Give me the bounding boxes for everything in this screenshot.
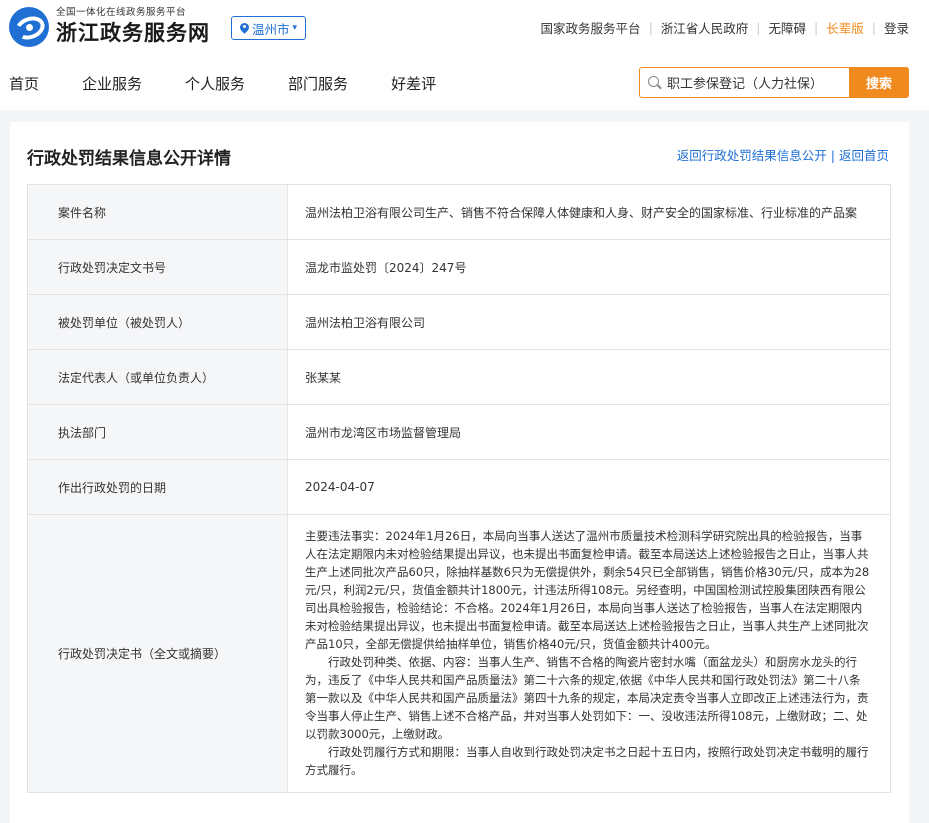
link-provincial-gov[interactable]: 浙江省人民政府	[661, 18, 749, 37]
link-back-list[interactable]: 返回行政处罚结果信息公开	[677, 148, 827, 163]
city-selector[interactable]: 温州市 ▾	[231, 16, 307, 40]
logo-title: 浙江政务服务网	[56, 20, 210, 45]
logo-subtitle: 全国一体化在线政务服务平台	[56, 7, 187, 18]
link-login[interactable]: 登录	[884, 18, 909, 37]
table-row: 执法部门 温州市龙湾区市场监督管理局	[27, 404, 891, 460]
row-value: 温州市龙湾区市场监督管理局	[287, 404, 891, 460]
row-value: 温州法柏卫浴有限公司生产、销售不符合保障人体健康和人身、财产安全的国家标准、行业…	[287, 184, 891, 240]
detail-table: 案件名称 温州法柏卫浴有限公司生产、销售不符合保障人体健康和人身、财产安全的国家…	[27, 184, 891, 793]
decision-paragraph: 行政处罚履行方式和期限：当事人自收到行政处罚决定书之日起十五日内，按照行政处罚决…	[305, 745, 869, 777]
site-logo[interactable]: 全国一体化在线政务服务平台 浙江政务服务网	[9, 7, 210, 47]
link-back-home[interactable]: 返回首页	[839, 148, 889, 163]
row-label: 行政处罚决定书（全文或摘要）	[27, 514, 288, 793]
row-label: 被处罚单位（被处罚人）	[27, 294, 288, 350]
nav-review[interactable]: 好差评	[391, 73, 436, 94]
top-links: 国家政务服务平台 | 浙江省人民政府 | 无障碍 | 长辈版 | 登录	[540, 18, 909, 37]
detail-panel: 行政处罚结果信息公开详情 返回行政处罚结果信息公开 | 返回首页 案件名称 温州法柏…	[10, 122, 909, 823]
page-title: 行政处罚结果信息公开详情	[27, 149, 231, 169]
decision-text: 主要违法事实：2024年1月26日，本局向当事人送达了温州市质量技术检测科学研究…	[287, 514, 891, 793]
table-row: 案件名称 温州法柏卫浴有限公司生产、销售不符合保障人体健康和人身、财产安全的国家…	[27, 184, 891, 240]
city-label: 温州市	[252, 21, 290, 37]
decision-paragraph: 主要违法事实：2024年1月26日，本局向当事人送达了温州市质量技术检测科学研究…	[305, 529, 870, 651]
row-value: 张某某	[287, 349, 891, 405]
search-value: 职工参保登记（人力社保）	[667, 77, 824, 92]
row-label: 法定代表人（或单位负责人）	[27, 349, 288, 405]
table-row: 作出行政处罚的日期 2024-04-07	[27, 459, 891, 515]
logo-icon	[9, 7, 49, 47]
row-label: 执法部门	[27, 404, 288, 460]
row-label: 行政处罚决定文书号	[27, 239, 288, 295]
breadcrumb: 返回行政处罚结果信息公开 | 返回首页	[676, 148, 889, 163]
table-row: 行政处罚决定书（全文或摘要） 主要违法事实：2024年1月26日，本局向当事人送…	[27, 514, 891, 793]
search-input[interactable]: 职工参保登记（人力社保）	[639, 67, 849, 98]
row-value: 温龙市监处罚〔2024〕247号	[287, 239, 891, 295]
table-row: 法定代表人（或单位负责人） 张某某	[27, 349, 891, 405]
top-bar: 全国一体化在线政务服务平台 浙江政务服务网 温州市 ▾ 国家政务服务平台 | 浙…	[0, 0, 929, 58]
nav-department[interactable]: 部门服务	[288, 73, 348, 94]
search-bar: 职工参保登记（人力社保） 搜索	[639, 67, 909, 98]
row-label: 作出行政处罚的日期	[27, 459, 288, 515]
table-row: 被处罚单位（被处罚人） 温州法柏卫浴有限公司	[27, 294, 891, 350]
search-button[interactable]: 搜索	[849, 67, 909, 98]
nav-personal[interactable]: 个人服务	[185, 73, 245, 94]
table-row: 行政处罚决定文书号 温龙市监处罚〔2024〕247号	[27, 239, 891, 295]
link-national-platform[interactable]: 国家政务服务平台	[541, 18, 641, 37]
location-pin-icon	[240, 23, 249, 34]
decision-paragraph: 行政处罚种类、依据、内容：当事人生产、销售不合格的陶瓷片密封水嘴（面盆龙头）和厨…	[305, 655, 869, 741]
row-label: 案件名称	[27, 184, 288, 240]
row-value: 温州法柏卫浴有限公司	[287, 294, 891, 350]
link-elder-mode[interactable]: 长辈版	[826, 18, 864, 37]
caret-down-icon: ▾	[292, 23, 298, 33]
link-accessibility[interactable]: 无障碍	[769, 18, 807, 37]
nav-home[interactable]: 首页	[9, 73, 39, 94]
nav-enterprise[interactable]: 企业服务	[82, 73, 142, 94]
search-icon	[648, 76, 661, 89]
row-value: 2024-04-07	[287, 459, 891, 515]
